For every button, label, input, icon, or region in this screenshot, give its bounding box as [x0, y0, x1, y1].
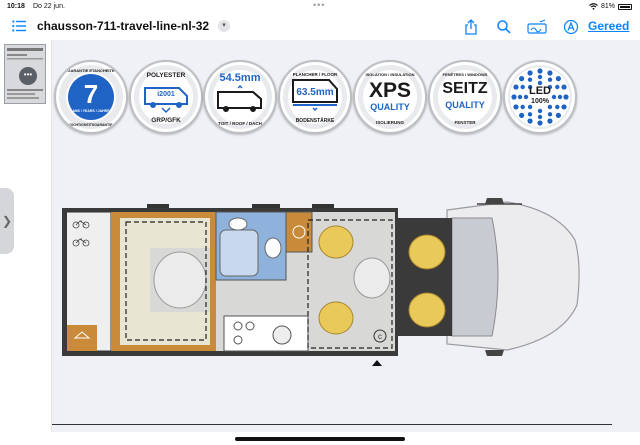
- badge-windows-title: SEITZ: [442, 80, 488, 97]
- badge-warranty: GARANTIE ETANCHEITE 7 ANS / YEARS / JAHR…: [54, 60, 128, 134]
- washbasin: [228, 217, 248, 231]
- led-dots-icon: [510, 67, 570, 127]
- led-dot: [527, 112, 533, 117]
- led-dot: [527, 70, 533, 76]
- led-dot: [537, 120, 543, 126]
- share-icon[interactable]: [463, 19, 479, 35]
- svg-text:c: c: [378, 332, 382, 341]
- lounge-table: [153, 251, 207, 309]
- windshield: [451, 217, 499, 337]
- more-icon[interactable]: •••: [19, 67, 37, 85]
- document-page: GARANTIE ETANCHEITE 7 ANS / YEARS / JAHR…: [52, 40, 640, 432]
- led-dot: [547, 104, 553, 110]
- led-dot: [520, 104, 525, 110]
- led-dot: [537, 108, 543, 114]
- led-dot: [537, 114, 543, 120]
- page-thumbnail[interactable]: •••: [4, 44, 46, 104]
- badge-floor: PLANCHER / FLOOR 63.5mm BODENSTÄRKE: [278, 60, 352, 134]
- badge-warranty-bottom: DICHTIGKEITSGARANTIE: [69, 123, 113, 127]
- badge-polyester-model: i2001: [157, 91, 175, 98]
- home-indicator[interactable]: [235, 437, 405, 441]
- kitchen-sink: [272, 325, 292, 345]
- document-title[interactable]: chausson-711-travel-line-nl-32: [37, 19, 209, 33]
- shower-tray: [219, 229, 259, 277]
- led-dot: [547, 112, 553, 117]
- battery-icon: [618, 3, 632, 10]
- door-marker-icon: [372, 360, 382, 366]
- badge-windows: FENÊTRES / WINDOWS SEITZ QUALITY FENSTER: [428, 60, 502, 134]
- badge-roof: 54.5mm TOIT / ROOF / DACH: [203, 60, 277, 134]
- page-divider: [52, 424, 612, 425]
- badge-warranty-sub: ANS / YEARS / JAHRE: [72, 109, 110, 113]
- status-time: 10:18: [7, 3, 25, 10]
- badge-led: LED 100%: [503, 60, 577, 134]
- badge-roof-bottom: TOIT / ROOF / DACH: [218, 121, 262, 126]
- badge-led-title: LED: [529, 85, 551, 97]
- badge-polyester: POLYESTER i2001 GRP/GFK: [129, 60, 203, 134]
- mirror-bottom-icon: [485, 350, 504, 356]
- dinette-seat-bottom: [318, 301, 354, 335]
- done-button[interactable]: Gereed: [588, 19, 629, 33]
- badge-floor-thickness: 63.5mm: [296, 87, 334, 98]
- toilet: [264, 237, 282, 259]
- mirror-top-icon: [485, 198, 504, 204]
- led-dot: [555, 104, 560, 110]
- chevron-down-icon[interactable]: ▾: [218, 20, 230, 32]
- autofill-icon[interactable]: [563, 19, 579, 35]
- led-dot: [527, 77, 533, 82]
- floor-plan: c: [62, 198, 580, 366]
- badge-warranty-number: 7: [83, 79, 99, 109]
- led-dot: [547, 118, 553, 124]
- dinette-seat-top: [318, 225, 354, 259]
- led-dot: [555, 112, 561, 118]
- led-dot: [527, 118, 533, 124]
- badge-insulation-top: ISOLATION / INSULATION: [365, 72, 415, 77]
- led-dot: [547, 70, 553, 76]
- badge-insulation: ISOLATION / INSULATION XPS QUALITY ISOLI…: [353, 60, 427, 134]
- toolbar: chausson-711-travel-line-nl-32 ▾ Gereed: [0, 14, 640, 40]
- multitasking-dots-icon[interactable]: •••: [313, 0, 325, 10]
- badge-insulation-title: XPS: [368, 79, 412, 102]
- list-icon[interactable]: [12, 20, 26, 32]
- led-dot: [537, 68, 543, 74]
- badge-floor-bottom: BODENSTÄRKE: [295, 118, 335, 124]
- driver-seat: [408, 234, 446, 270]
- led-dot: [555, 76, 561, 82]
- badge-polyester-bottom: GRP/GFK: [151, 117, 181, 124]
- badge-windows-sub: QUALITY: [445, 100, 485, 110]
- led-dot: [513, 104, 519, 110]
- dinette-table: [353, 257, 391, 299]
- led-dot: [527, 104, 533, 110]
- passenger-seat: [408, 292, 446, 328]
- wifi-icon: [589, 3, 598, 10]
- badge-windows-bottom: FENSTER: [454, 120, 476, 125]
- led-dot: [547, 77, 553, 82]
- kitchen-counter: [223, 315, 309, 352]
- led-dot: [561, 104, 567, 110]
- led-dot: [537, 74, 543, 80]
- status-bar: 10:18 Do 22 jun. ••• 81%: [0, 0, 640, 14]
- markup-icon[interactable]: [527, 19, 547, 35]
- badge-warranty-top: GARANTIE ETANCHEITE: [67, 68, 115, 73]
- badge-led-sub: 100%: [531, 98, 549, 105]
- badge-insulation-bottom: ISOLIERUNG: [375, 120, 404, 125]
- badge-windows-top: FENÊTRES / WINDOWS: [442, 72, 488, 77]
- status-date: Do 22 jun.: [33, 3, 65, 10]
- status-right: 81%: [589, 3, 632, 10]
- search-icon[interactable]: [496, 19, 512, 35]
- led-dot: [519, 76, 525, 82]
- led-dot: [519, 112, 525, 118]
- sidebar-toggle-chevron-icon[interactable]: ❯: [0, 188, 14, 254]
- badge-insulation-sub: QUALITY: [370, 102, 410, 112]
- bed-left: [120, 218, 150, 345]
- battery-percent: 81%: [600, 3, 615, 10]
